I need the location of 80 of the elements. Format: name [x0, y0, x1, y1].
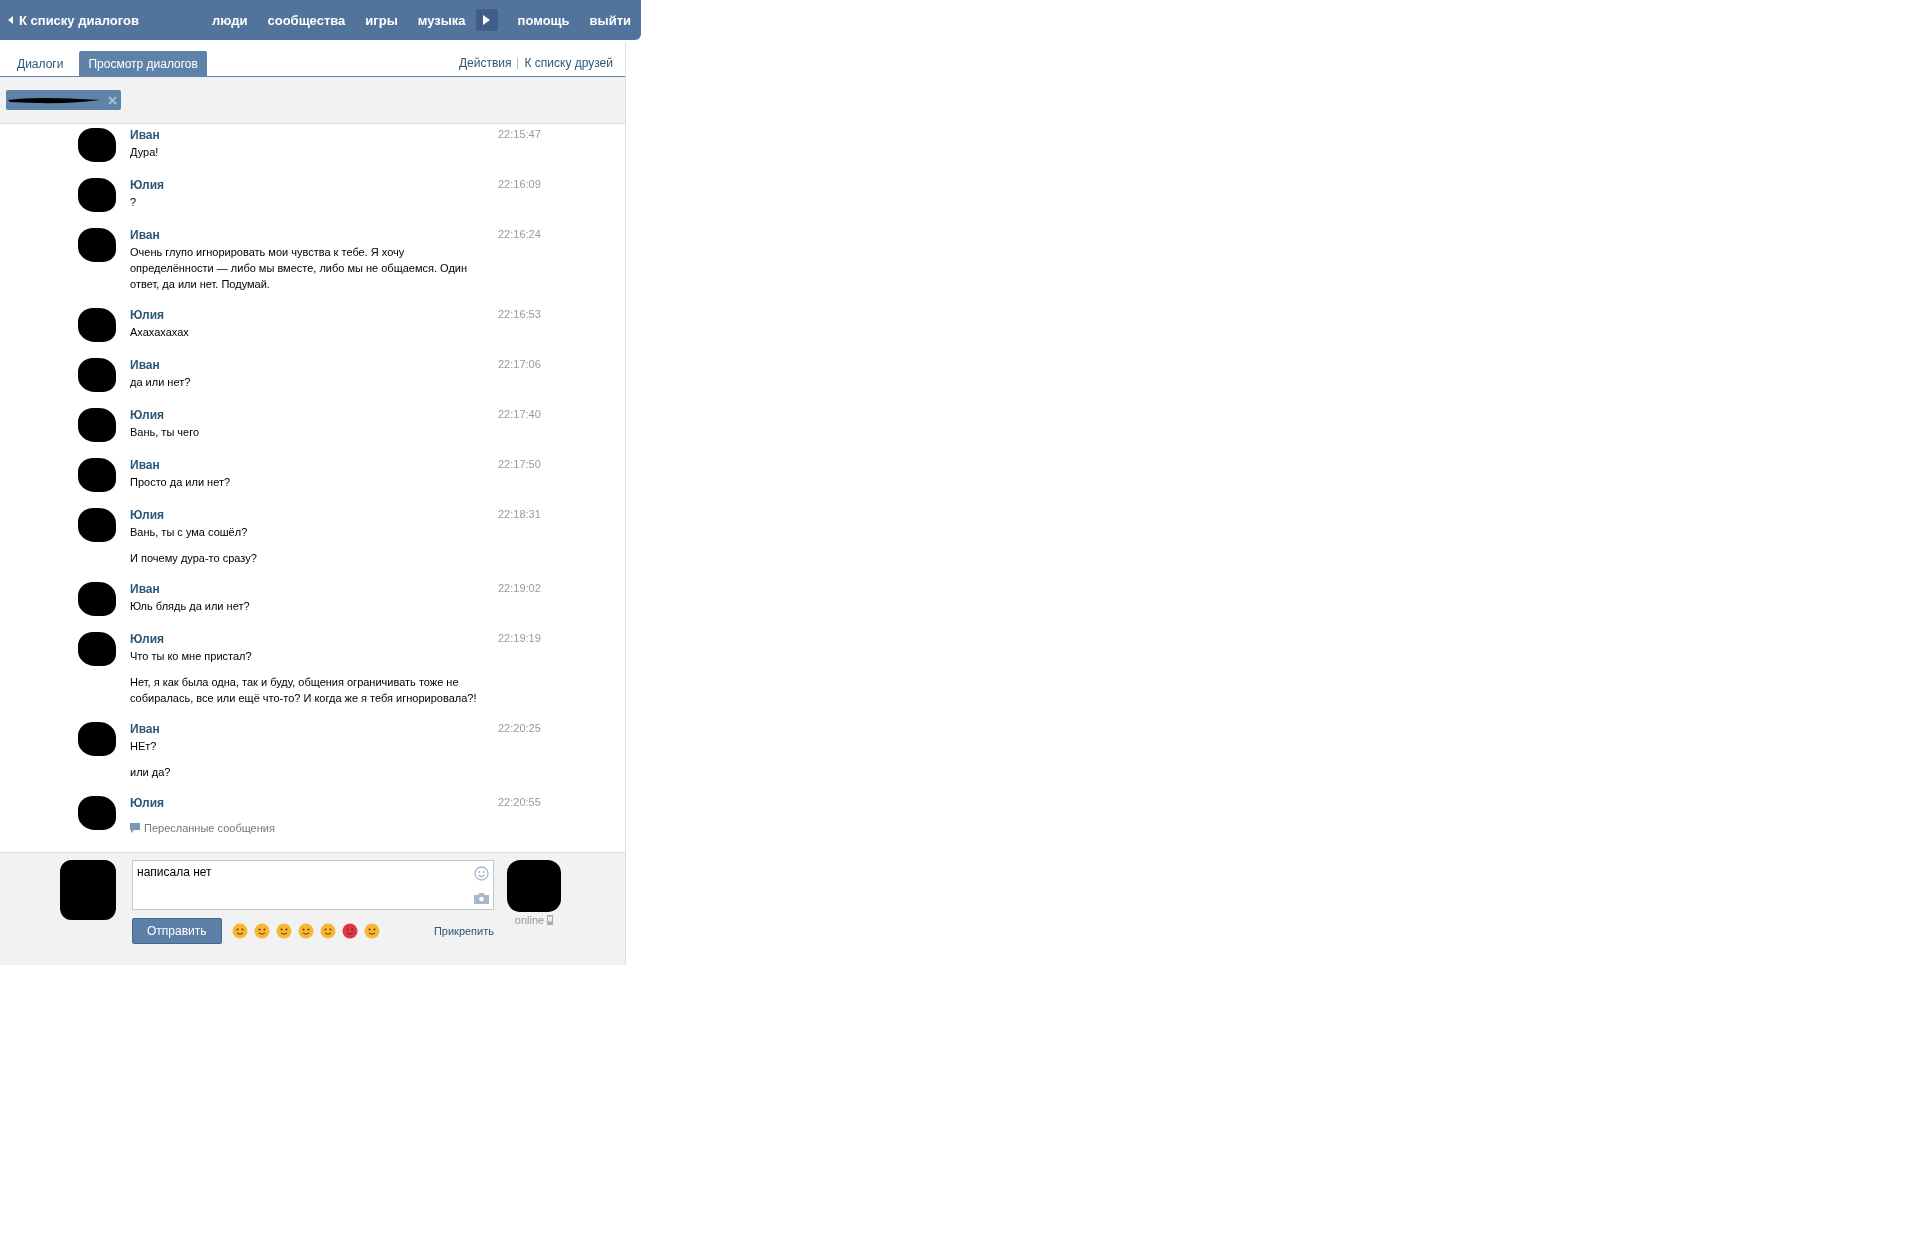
tab[interactable]: Просмотр диалогов — [79, 51, 207, 76]
message-text: Ахахахахах — [130, 325, 190, 340]
author-name[interactable]: Иван — [130, 580, 490, 598]
author-name[interactable]: Юлия — [130, 794, 490, 812]
message-text: Очень глупо игнорировать мои чувства к тебе. Я хочу определённости — либо мы вместе, либо мы не общаемся. Один ответ, да или нет. Подумай. — [130, 245, 469, 292]
avatar-placeholder — [78, 458, 116, 492]
recipient-chip[interactable] — [6, 90, 121, 110]
avatar-placeholder — [78, 408, 116, 442]
message-text: Дура! — [130, 145, 160, 160]
message-text: Что ты ко мне пристал? — [130, 649, 253, 664]
action-link[interactable]: Действия — [458, 56, 512, 70]
message-text: Юль блядь да или нет? — [130, 599, 251, 614]
message-time: 22:19:19 — [497, 631, 542, 646]
message-time: 22:17:50 — [497, 457, 542, 472]
avatar-placeholder — [60, 860, 116, 920]
author-name[interactable]: Юлия — [130, 630, 490, 648]
message-text: НЕт? — [130, 739, 158, 754]
message-time: 22:17:06 — [497, 357, 542, 372]
emoji-icon[interactable] — [363, 923, 380, 939]
emoji-icon[interactable] — [253, 923, 270, 939]
avatar-placeholder — [78, 582, 116, 616]
message-time: 22:17:40 — [497, 407, 542, 422]
message-time: 22:20:25 — [497, 721, 542, 736]
action-link[interactable]: К списку друзей — [524, 56, 613, 70]
message-time: 22:16:24 — [497, 227, 542, 242]
message-text: да или нет? — [130, 375, 192, 390]
message-time: 22:16:09 — [497, 177, 542, 192]
message-text: или да? — [130, 765, 172, 780]
avatar-placeholder — [78, 508, 116, 542]
nav-link[interactable]: сообщества — [267, 12, 346, 28]
forwarded-link[interactable]: Пересланные сообщения — [144, 822, 275, 834]
message-text: Вань, ты чего — [130, 425, 201, 440]
emoji-icon[interactable] — [231, 923, 248, 939]
nav-link[interactable]: выйти — [589, 12, 631, 28]
phone-icon — [547, 915, 554, 925]
play-icon — [483, 15, 491, 25]
emoji-icon[interactable] — [319, 923, 336, 939]
author-name[interactable]: Юлия — [130, 506, 490, 524]
message-text: Просто да или нет? — [130, 475, 232, 490]
message-time: 22:18:31 — [497, 507, 542, 522]
avatar-placeholder — [78, 358, 116, 392]
message-time: 22:16:53 — [497, 307, 542, 322]
avatar-placeholder — [78, 228, 116, 262]
avatar-placeholder — [78, 632, 116, 666]
nav-link[interactable]: помощь — [517, 12, 570, 28]
nav-link[interactable]: игры — [365, 12, 398, 28]
nav-link[interactable]: музыка — [417, 12, 466, 28]
author-name[interactable]: Юлия — [130, 306, 490, 324]
message-text: И почему дура-то сразу? — [130, 551, 258, 566]
message-text: Нет, я как была одна, так и буду, общения ограничивать тоже не собиралась, все или ещё что-то? И когда же я тебя игнорировала?! — [130, 675, 478, 706]
message-text: Вань, ты с ума сошёл? — [130, 525, 249, 540]
message-time: 22:15:47 — [497, 127, 542, 142]
avatar-placeholder — [78, 722, 116, 756]
author-name[interactable]: Иван — [130, 356, 490, 374]
left-arrow-icon — [8, 16, 13, 24]
avatar-placeholder — [78, 308, 116, 342]
emoji-icon[interactable] — [297, 923, 314, 939]
author-name[interactable]: Юлия — [130, 176, 490, 194]
emoji-icon[interactable] — [275, 923, 292, 939]
speech-bubble-icon — [130, 823, 140, 833]
tab[interactable]: Диалоги — [8, 51, 73, 76]
play-button[interactable] — [475, 9, 498, 31]
avatar-placeholder — [78, 796, 116, 830]
back-link[interactable]: К списку диалогов — [8, 12, 139, 28]
send-button[interactable]: Отправить — [132, 918, 222, 944]
avatar-placeholder — [78, 128, 116, 162]
message-time: 22:20:55 — [497, 795, 542, 810]
author-name[interactable]: Юлия — [130, 406, 490, 424]
author-name[interactable]: Иван — [130, 126, 490, 144]
online-status: online — [514, 914, 545, 926]
author-name[interactable]: Иван — [130, 456, 490, 474]
avatar-placeholder — [78, 178, 116, 212]
avatar-placeholder — [507, 860, 561, 912]
author-name[interactable]: Иван — [130, 226, 490, 244]
emoji-icon[interactable] — [341, 923, 358, 939]
nav-link[interactable]: люди — [212, 12, 248, 28]
message-text: ? — [130, 195, 138, 210]
attach-link[interactable]: Прикрепить — [433, 925, 494, 937]
message-time: 22:19:02 — [497, 581, 542, 596]
author-name[interactable]: Иван — [130, 720, 490, 738]
